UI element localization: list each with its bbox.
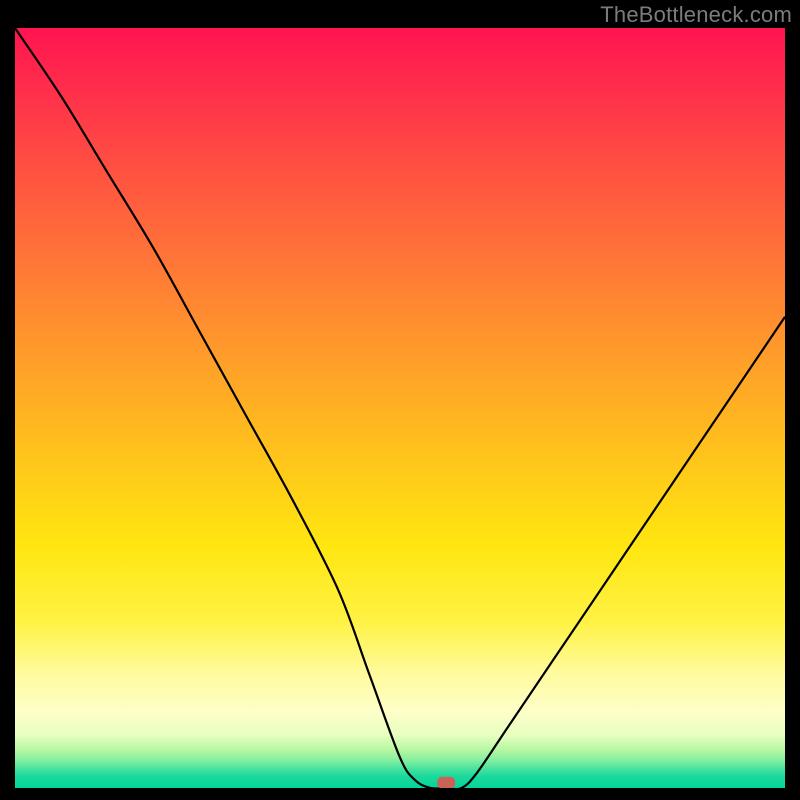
minimum-marker	[437, 777, 455, 788]
bottleneck-curve	[15, 28, 785, 788]
chart-frame: TheBottleneck.com	[0, 0, 800, 800]
curve-line	[15, 28, 785, 788]
plot-area	[15, 28, 785, 788]
watermark-text: TheBottleneck.com	[600, 2, 792, 28]
